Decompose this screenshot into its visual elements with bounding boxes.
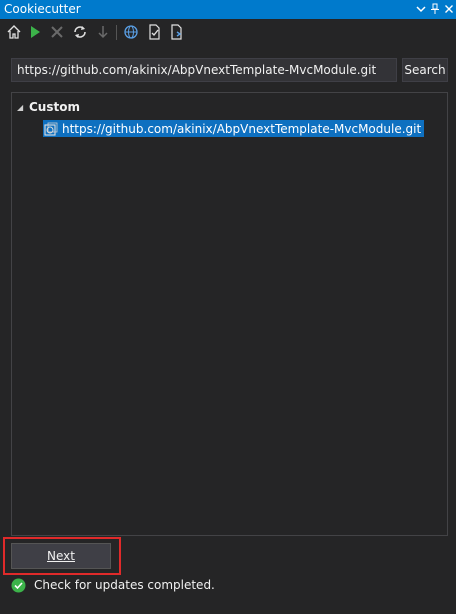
tree-group-label: Custom [29, 100, 80, 114]
chevron-down-icon[interactable] [414, 1, 428, 17]
toolbar [0, 21, 456, 43]
home-icon[interactable] [5, 23, 23, 41]
download-icon[interactable] [94, 23, 112, 41]
success-check-icon [11, 578, 26, 592]
globe-icon[interactable] [122, 23, 140, 41]
delete-icon[interactable] [48, 23, 66, 41]
pin-icon[interactable] [428, 1, 442, 17]
check-file-icon[interactable] [145, 23, 163, 41]
tree-item-label: https://github.com/akinix/AbpVnextTempla… [62, 121, 422, 136]
tree-item-template[interactable]: https://github.com/akinix/AbpVnextTempla… [43, 120, 425, 137]
next-button[interactable]: Next [11, 543, 111, 569]
search-input[interactable] [11, 58, 397, 82]
status-text: Check for updates completed. [34, 578, 215, 592]
status-bar: Check for updates completed. [11, 577, 215, 593]
window-title-bar: Cookiecutter [0, 0, 456, 19]
new-file-icon[interactable] [167, 23, 185, 41]
refresh-icon[interactable] [71, 23, 89, 41]
close-icon[interactable] [442, 1, 456, 17]
window-title: Cookiecutter [4, 2, 81, 16]
tree-group-custom[interactable]: ◢ Custom [17, 99, 80, 115]
expand-arrow-icon[interactable]: ◢ [17, 103, 29, 112]
run-icon[interactable] [26, 23, 44, 41]
template-icon [43, 121, 59, 137]
search-button[interactable]: Search [402, 58, 448, 82]
search-button-label: Search [404, 63, 446, 77]
next-button-label: Next [47, 549, 75, 563]
toolbar-separator [116, 25, 117, 40]
template-tree: ◢ Custom https://github.com/akinix/AbpVn… [11, 92, 448, 536]
